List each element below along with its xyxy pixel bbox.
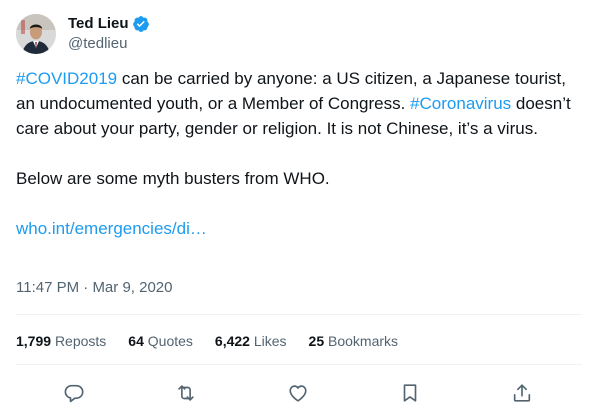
name-row: Ted Lieu <box>68 14 150 34</box>
author-names: Ted Lieu @tedlieu <box>68 14 150 54</box>
likes-stat[interactable]: 6,422 Likes <box>215 333 287 349</box>
tweet-header: Ted Lieu @tedlieu <box>16 12 150 56</box>
heart-icon <box>289 385 307 402</box>
likes-count: 6,422 <box>214 333 250 349</box>
bookmark-button[interactable] <box>395 378 425 408</box>
hashtag-link[interactable]: #COVID2019 <box>16 69 117 88</box>
timestamp-date[interactable]: Mar 9, 2020 <box>92 279 172 296</box>
author-handle[interactable]: @tedlieu <box>68 34 150 54</box>
reposts-count: 1,799 <box>16 333 52 349</box>
reposts-label: Reposts <box>54 333 107 349</box>
bookmarks-count: 25 <box>308 333 325 349</box>
tweet-timestamp: 11:47 PM · Mar 9, 2020 <box>16 278 172 298</box>
bookmarks-stat[interactable]: 25 Bookmarks <box>309 333 399 349</box>
reposts-stat[interactable]: 1,799 Reposts <box>16 333 106 349</box>
tweet-stats: 1,799 Reposts 64 Quotes 6,422 Likes 25 B… <box>16 330 420 352</box>
quotes-count: 64 <box>128 333 144 349</box>
tweet-actions <box>0 368 598 414</box>
repost-button[interactable] <box>171 378 201 408</box>
external-link[interactable]: who.int/emergencies/di… <box>16 219 207 238</box>
quotes-stat[interactable]: 64 Quotes <box>128 333 193 349</box>
reply-button[interactable] <box>59 378 89 408</box>
author-display-name[interactable]: Ted Lieu <box>68 14 129 34</box>
timestamp-time[interactable]: 11:47 PM <box>16 279 79 296</box>
repost-icon <box>178 385 194 401</box>
like-button[interactable] <box>283 378 313 408</box>
likes-label: Likes <box>253 333 287 349</box>
share-button[interactable] <box>507 378 537 408</box>
divider <box>16 364 582 365</box>
divider <box>16 314 582 315</box>
bookmarks-label: Bookmarks <box>328 333 399 349</box>
timestamp-separator: · <box>79 279 93 296</box>
tweet-text: #COVID2019 can be carried by anyone: a U… <box>16 66 582 241</box>
avatar[interactable] <box>16 14 56 54</box>
bookmark-icon <box>403 384 417 402</box>
verified-badge-icon[interactable] <box>132 15 150 33</box>
hashtag-link[interactable]: #Coronavirus <box>410 94 511 113</box>
quotes-label: Quotes <box>147 333 193 349</box>
reply-icon <box>64 384 84 403</box>
share-icon <box>513 384 531 402</box>
